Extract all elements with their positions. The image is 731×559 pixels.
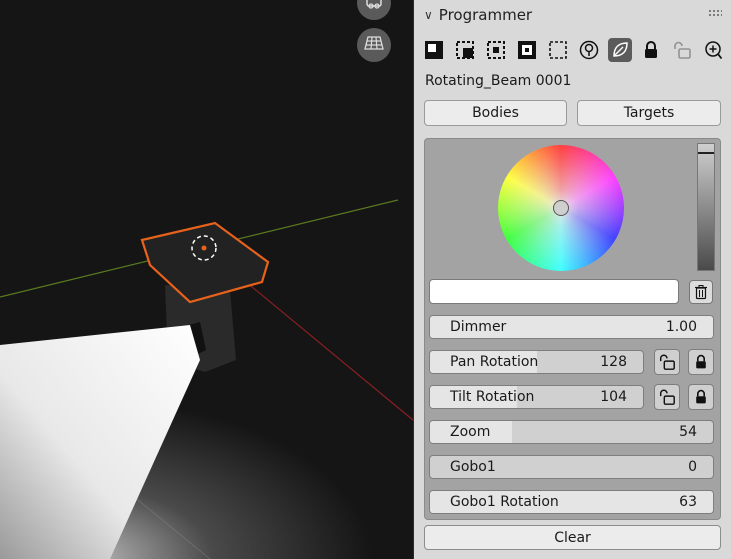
camera-icon xyxy=(365,0,383,13)
select-invert-button[interactable] xyxy=(453,38,477,62)
chevron-down-icon[interactable]: ∨ xyxy=(424,8,433,22)
origin-dot xyxy=(201,245,207,251)
zoom-slider[interactable]: Zoom 54 xyxy=(429,420,714,444)
brightness-strip[interactable] xyxy=(697,143,715,271)
panel-header[interactable]: ∨ Programmer xyxy=(414,0,731,30)
select-center-button[interactable] xyxy=(484,38,508,62)
slider-label: Gobo1 xyxy=(450,459,496,475)
gobo1-slider[interactable]: Gobo1 0 xyxy=(429,455,714,479)
programmer-panel: ∨ Programmer Rotating_Beam 0001 Bodies T… xyxy=(413,0,731,559)
slider-label: Zoom xyxy=(450,424,491,440)
slider-label: Gobo1 Rotation xyxy=(450,494,559,510)
select-center-icon xyxy=(487,41,505,59)
lock-icon xyxy=(645,41,657,58)
3d-viewport[interactable] xyxy=(0,0,413,559)
leaf-button[interactable] xyxy=(608,38,632,62)
ortho-grid-toggle[interactable] xyxy=(357,28,391,62)
clear-button[interactable]: Clear xyxy=(424,525,721,550)
unlock-button[interactable] xyxy=(670,38,694,62)
select-inside-icon xyxy=(518,41,536,59)
selected-base-outline[interactable] xyxy=(140,221,270,304)
lock-button[interactable] xyxy=(639,38,663,62)
slider-value: 1.00 xyxy=(665,319,697,335)
zoom-in-icon xyxy=(705,41,723,60)
tilt-unlock-button[interactable] xyxy=(654,384,680,410)
unlock-icon xyxy=(674,41,691,59)
leaf-icon xyxy=(613,42,628,57)
tab-bodies[interactable]: Bodies xyxy=(424,100,567,126)
zoom-in-button[interactable] xyxy=(701,38,725,62)
tilt-rotation-slider[interactable]: Tilt Rotation 104 xyxy=(429,385,644,409)
slider-label: Dimmer xyxy=(450,319,507,335)
slider-value: 0 xyxy=(688,459,697,475)
tab-targets[interactable]: Targets xyxy=(577,100,721,126)
pan-lock-button[interactable] xyxy=(688,349,714,375)
unlock-icon xyxy=(659,354,675,370)
viewport-scene xyxy=(0,199,413,559)
selection-toolbar xyxy=(422,38,731,66)
trash-icon xyxy=(695,285,707,300)
gobo1-rotation-slider[interactable]: Gobo1 Rotation 63 xyxy=(429,490,714,514)
grid-icon xyxy=(364,34,384,56)
color-wheel[interactable] xyxy=(498,145,624,271)
select-all-icon xyxy=(425,41,443,59)
tilt-lock-button[interactable] xyxy=(688,384,714,410)
pan-unlock-button[interactable] xyxy=(654,349,680,375)
lock-icon xyxy=(696,354,706,369)
unlock-icon xyxy=(659,389,675,405)
light-bulb-icon xyxy=(579,40,599,60)
lock-icon xyxy=(696,389,706,404)
pan-rotation-slider[interactable]: Pan Rotation 128 xyxy=(429,350,644,374)
slider-value: 104 xyxy=(600,389,627,405)
slider-label: Pan Rotation xyxy=(450,354,539,370)
select-all-button[interactable] xyxy=(422,38,446,62)
hex-color-field[interactable] xyxy=(429,279,679,304)
object-name: Rotating_Beam 0001 xyxy=(425,73,572,89)
select-invert-icon xyxy=(456,41,474,59)
slider-value: 63 xyxy=(679,494,697,510)
select-inside-button[interactable] xyxy=(515,38,539,62)
slider-value: 54 xyxy=(679,424,697,440)
slider-label: Tilt Rotation xyxy=(450,389,535,405)
panel-title: Programmer xyxy=(438,6,533,24)
delete-button[interactable] xyxy=(689,280,713,304)
slider-value: 128 xyxy=(600,354,627,370)
controls-box: Dimmer 1.00 Pan Rotation 128 Tilt Rotati… xyxy=(424,138,721,520)
light-bulb-button[interactable] xyxy=(577,38,601,62)
brightness-marker[interactable] xyxy=(698,152,714,154)
color-wheel-cursor[interactable] xyxy=(553,200,569,216)
select-none-button[interactable] xyxy=(546,38,570,62)
select-none-icon xyxy=(549,41,567,59)
drag-grip-icon[interactable] xyxy=(708,9,722,17)
dimmer-slider[interactable]: Dimmer 1.00 xyxy=(429,315,714,339)
